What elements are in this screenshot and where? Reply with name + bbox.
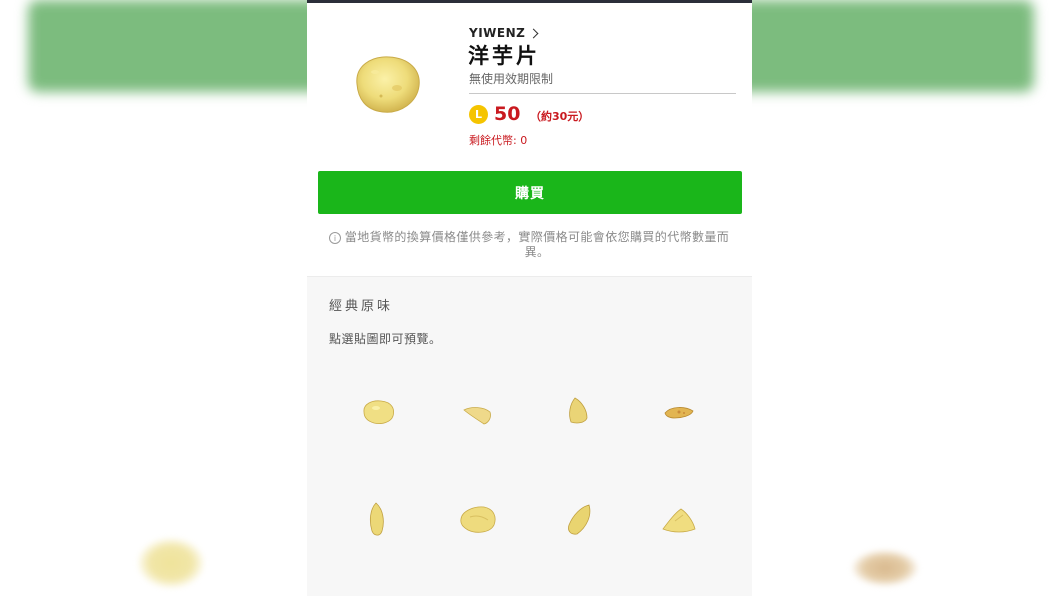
remaining-coins: 剩餘代幣: 0 [469,134,528,147]
chevron-right-icon [528,28,539,39]
validity-text: 無使用效期限制 [469,72,554,86]
author-name[interactable]: YIWENZ [469,26,525,40]
sticker-title: 洋芋片 [468,44,540,68]
potato-chip-icon[interactable] [448,489,508,549]
potato-chip-icon[interactable] [649,491,709,551]
potato-chip-icon[interactable] [549,489,609,549]
preview-hint: 點選貼圖即可預覽。 [329,332,442,346]
sticker-preview-panel: 經典原味 點選貼圖即可預覽。 [307,276,752,596]
coin-icon: L [469,105,488,124]
background-chip-right [852,550,918,586]
potato-chip-icon[interactable] [448,382,508,442]
price-approx: （約30元） [530,110,590,123]
background-chip-left [138,538,204,588]
potato-chip-icon[interactable] [649,383,709,443]
buy-button[interactable]: 購買 [318,171,742,214]
author-link[interactable]: YIWENZ [469,26,539,40]
divider [469,93,736,94]
status-bar-edge [307,0,752,3]
main-sticker-image [356,56,420,113]
currency-note: 當地貨幣的換算價格僅供參考，實際價格可能會依您購買的代幣數量而異。 [344,230,730,259]
potato-chip-icon[interactable] [549,380,609,440]
section-title: 經典原味 [329,299,394,314]
info-icon: i [329,232,341,244]
potato-chip-icon[interactable] [348,489,408,549]
sticker-detail-screen: YIWENZ 洋芋片 無使用效期限制 L 50 （約30元） 剩餘代幣: 0 購… [307,0,752,596]
potato-chip-icon[interactable] [348,382,408,442]
price-amount: 50 [494,103,521,125]
